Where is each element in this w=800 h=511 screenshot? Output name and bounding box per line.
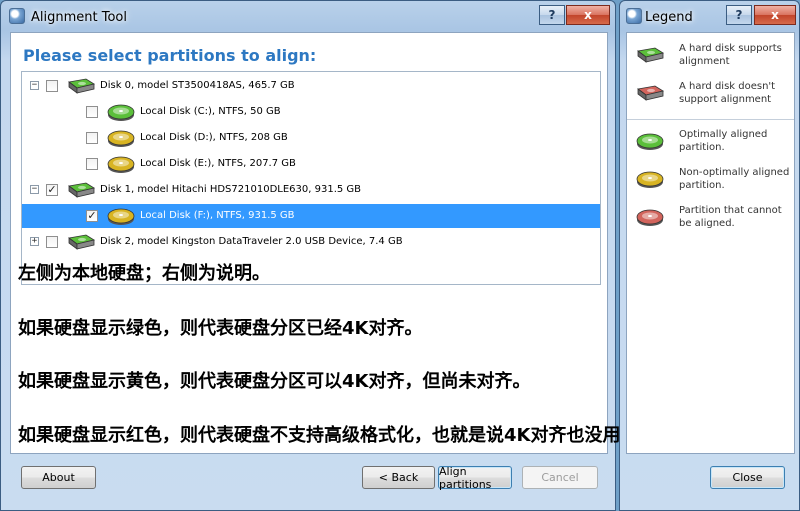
legend-label: Optimally aligned partition.: [679, 129, 768, 153]
legend-close-button[interactable]: Close: [710, 466, 785, 489]
align-partitions-button[interactable]: Align partitions: [438, 465, 512, 491]
legend-divider: [627, 119, 794, 120]
tree-row-label: Local Disk (D:), NTFS, 208 GB: [140, 132, 288, 143]
legend-title: Legend: [645, 10, 693, 25]
tree-checkbox[interactable]: ✓: [86, 210, 98, 222]
about-button[interactable]: About: [21, 466, 96, 489]
alignment-tool-window: Alignment Tool ? x Please select partiti…: [0, 0, 638, 511]
hard-disk-icon: [66, 232, 96, 252]
app-icon: [9, 8, 25, 24]
partition-icon: [106, 154, 136, 174]
hard-disk-icon: [635, 83, 665, 103]
tree-row-label: Local Disk (F:), NTFS, 931.5 GB: [140, 210, 295, 221]
tree-checkbox[interactable]: [46, 236, 58, 248]
window-title: Alignment Tool: [31, 10, 127, 25]
expand-icon[interactable]: +: [30, 237, 39, 246]
partition-tree: − Disk 0, model ST3500418AS, 465.7 GB Loca…: [21, 71, 601, 285]
cancel-button[interactable]: Cancel: [522, 466, 598, 489]
partition-icon: [635, 207, 665, 227]
legend-item: A hard disk doesn't support alignment: [627, 77, 795, 113]
legend-content: A hard disk supports alignment A hard dis…: [626, 32, 795, 454]
legend-label: A hard disk supports alignment: [679, 43, 782, 67]
annotation-line-1: 左侧为本地硬盘；右侧为说明。: [18, 263, 270, 284]
hard-disk-icon: [66, 180, 96, 200]
legend-help-button[interactable]: ?: [726, 5, 752, 25]
partition-icon: [106, 128, 136, 148]
legend-item: Partition that cannot be aligned.: [627, 201, 795, 237]
hard-disk-icon: [66, 76, 96, 96]
tree-row-label: Local Disk (E:), NTFS, 207.7 GB: [140, 158, 296, 169]
help-button[interactable]: ?: [539, 5, 565, 25]
collapse-icon[interactable]: −: [30, 81, 39, 90]
tree-checkbox[interactable]: [86, 132, 98, 144]
tree-partition-row[interactable]: Local Disk (E:), NTFS, 207.7 GB: [22, 152, 600, 176]
page-heading: Please select partitions to align:: [23, 46, 317, 65]
legend-item: A hard disk supports alignment: [627, 39, 795, 75]
tree-disk-row[interactable]: − ✓ Disk 1, model Hitachi HDS721010DLE630,…: [22, 178, 600, 202]
tree-partition-row[interactable]: Local Disk (D:), NTFS, 208 GB: [22, 126, 600, 150]
collapse-icon[interactable]: −: [30, 185, 39, 194]
tree-checkbox[interactable]: [86, 158, 98, 170]
legend-title-bar[interactable]: Legend ? x: [620, 1, 799, 33]
annotation-line-3: 如果硬盘显示黄色，则代表硬盘分区可以4K对齐，但尚未对齐。: [18, 371, 531, 392]
legend-app-icon: [626, 8, 642, 24]
tree-partition-row[interactable]: ✓ Local Disk (F:), NTFS, 931.5 GB: [22, 204, 600, 228]
tree-partition-row[interactable]: Local Disk (C:), NTFS, 50 GB: [22, 100, 600, 124]
partition-icon: [106, 206, 136, 226]
legend-item: Optimally aligned partition.: [627, 125, 795, 161]
tree-row-label: Disk 0, model ST3500418AS, 465.7 GB: [100, 80, 295, 91]
tree-disk-row[interactable]: + Disk 2, model Kingston DataTraveler 2.0…: [22, 230, 600, 254]
legend-close-window-button[interactable]: x: [754, 5, 796, 25]
legend-label: Non-optimally aligned partition.: [679, 167, 790, 191]
tree-row-label: Disk 2, model Kingston DataTraveler 2.0 …: [100, 236, 403, 247]
tree-checkbox[interactable]: ✓: [46, 184, 58, 196]
partition-icon: [635, 169, 665, 189]
tree-checkbox[interactable]: [46, 80, 58, 92]
tree-row-label: Local Disk (C:), NTFS, 50 GB: [140, 106, 281, 117]
partition-icon: [106, 102, 136, 122]
tree-row-label: Disk 1, model Hitachi HDS721010DLE630, 9…: [100, 184, 362, 195]
tree-checkbox[interactable]: [86, 106, 98, 118]
back-button[interactable]: < Back: [362, 466, 435, 489]
legend-label: Partition that cannot be aligned.: [679, 205, 782, 229]
hard-disk-icon: [635, 45, 665, 65]
legend-label: A hard disk doesn't support alignment: [679, 81, 776, 105]
tree-disk-row[interactable]: − Disk 0, model ST3500418AS, 465.7 GB: [22, 74, 600, 98]
legend-item: Non-optimally aligned partition.: [627, 163, 795, 199]
partition-icon: [635, 131, 665, 151]
close-window-button[interactable]: x: [566, 5, 610, 25]
legend-window: Legend ? x A hard disk supports alignmen…: [619, 0, 800, 511]
annotation-line-4: 如果硬盘显示红色，则代表硬盘不支持高级格式化，也就是说4K对齐也没用。: [18, 425, 639, 446]
annotation-line-2: 如果硬盘显示绿色，则代表硬盘分区已经4K对齐。: [18, 318, 423, 339]
main-title-bar[interactable]: Alignment Tool ? x: [1, 1, 615, 33]
